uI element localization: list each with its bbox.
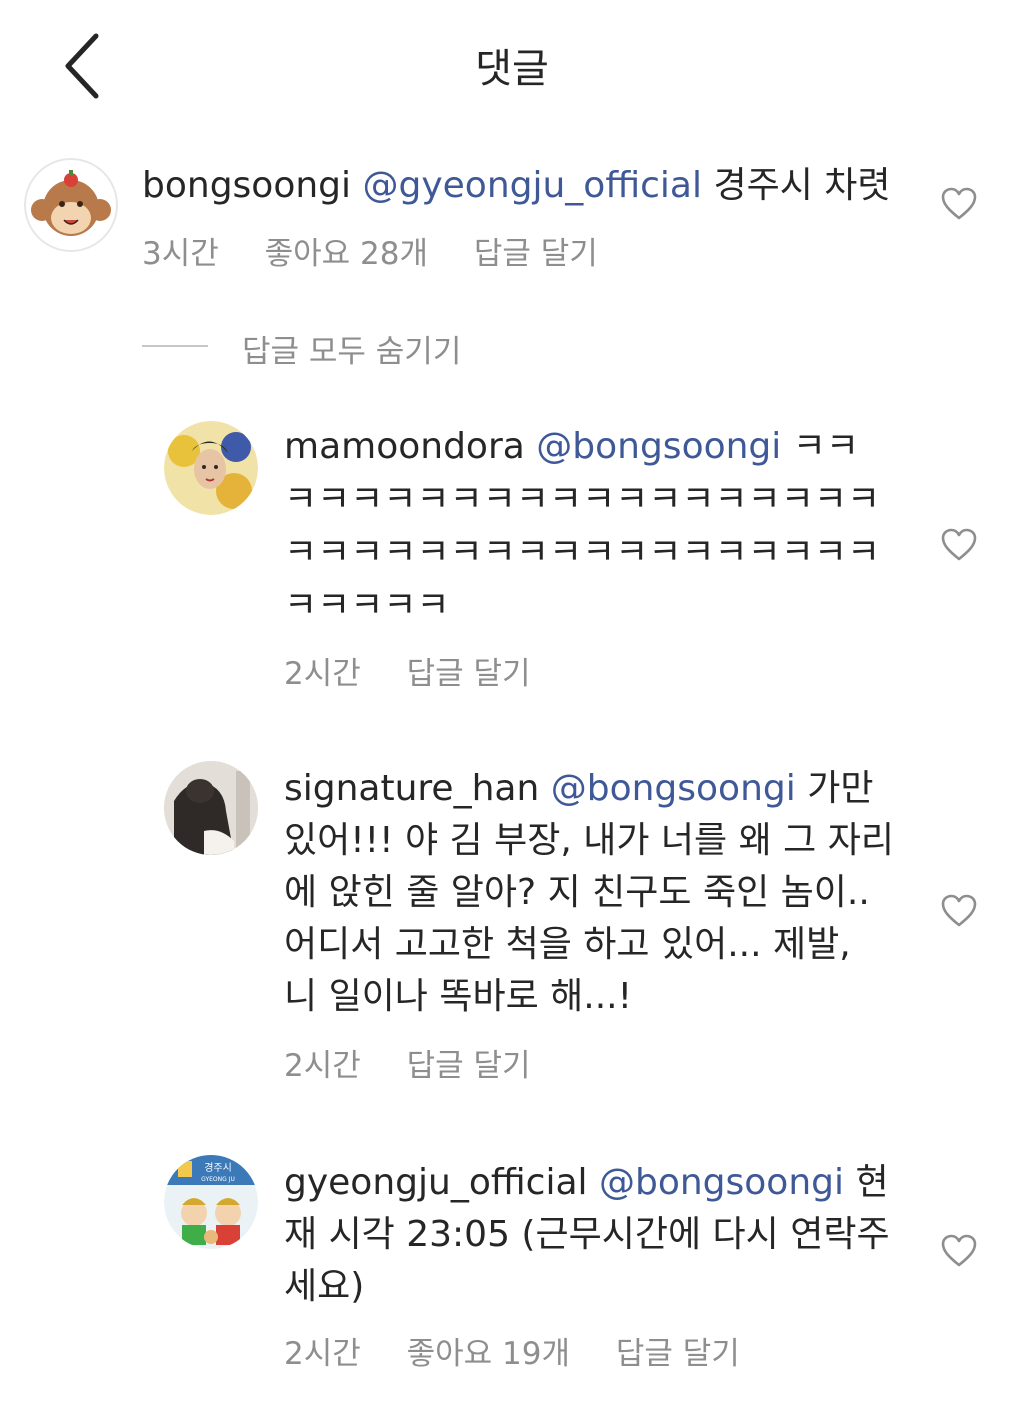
comment-username[interactable]: gyeongju_official: [284, 1162, 588, 1203]
comment-username[interactable]: mamoondora: [284, 426, 525, 467]
comment-mention[interactable]: @bongsoongi: [599, 1162, 844, 1203]
page-title: 댓글: [475, 46, 549, 92]
reply-button[interactable]: 답글 달기: [407, 1048, 531, 1084]
reply-button[interactable]: 답글 달기: [616, 1336, 740, 1372]
comment-mention[interactable]: @bongsoongi: [536, 426, 781, 467]
comment-time: 2시간: [284, 1336, 361, 1372]
comment-meta: 3시간 좋아요 28개 답글 달기: [142, 228, 634, 273]
comment-body: bongsoongi @gyeongju_official 경주시 차렷: [142, 160, 922, 212]
heart-outline-icon[interactable]: [941, 894, 977, 928]
comment-body: signature_han @bongsoongi 가만 있어!!! 야 김 부…: [284, 763, 894, 1023]
avatar-logo-subtext: GYEONG JU: [201, 1176, 235, 1183]
comment-mention[interactable]: @bongsoongi: [551, 768, 796, 809]
comment-mention[interactable]: @gyeongju_official: [362, 165, 702, 206]
comment-likes[interactable]: 좋아요 28개: [265, 236, 428, 272]
header: 댓글: [0, 0, 1024, 130]
reply-button[interactable]: 답글 달기: [474, 236, 598, 272]
heart-outline-icon[interactable]: [941, 528, 977, 562]
avatar-logo-text: 경주시: [204, 1161, 232, 1174]
comment-likes[interactable]: 좋아요 19개: [407, 1336, 570, 1372]
avatar[interactable]: [164, 421, 258, 515]
comment-body: gyeongju_official @bongsoongi 현재 시각 23:0…: [284, 1157, 894, 1313]
comment-time: 2시간: [284, 656, 361, 692]
reply-button[interactable]: 답글 달기: [407, 656, 531, 692]
comment-meta: 2시간 답글 달기: [284, 1040, 567, 1085]
comment-time: 3시간: [142, 236, 219, 272]
heart-outline-icon[interactable]: [941, 1234, 977, 1268]
avatar[interactable]: 경주시 GYEONG JU: [164, 1155, 258, 1249]
comment-time: 2시간: [284, 1048, 361, 1084]
comment-username[interactable]: bongsoongi: [142, 165, 351, 206]
heart-outline-icon[interactable]: [941, 187, 977, 221]
divider-line: [142, 345, 208, 347]
comment-username[interactable]: signature_han: [284, 768, 539, 809]
comment-body: mamoondora @bongsoongi ㅋㅋㅋㅋㅋㅋㅋㅋㅋㅋㅋㅋㅋㅋㅋㅋㅋ…: [284, 420, 884, 632]
hide-replies-button[interactable]: 답글 모두 숨기기: [242, 326, 461, 371]
comment-meta: 2시간 좋아요 19개 답글 달기: [284, 1328, 776, 1373]
avatar[interactable]: [24, 158, 118, 252]
avatar[interactable]: [164, 761, 258, 855]
comment-meta: 2시간 답글 달기: [284, 648, 567, 693]
comment-text: 경주시 차렷: [713, 165, 891, 206]
